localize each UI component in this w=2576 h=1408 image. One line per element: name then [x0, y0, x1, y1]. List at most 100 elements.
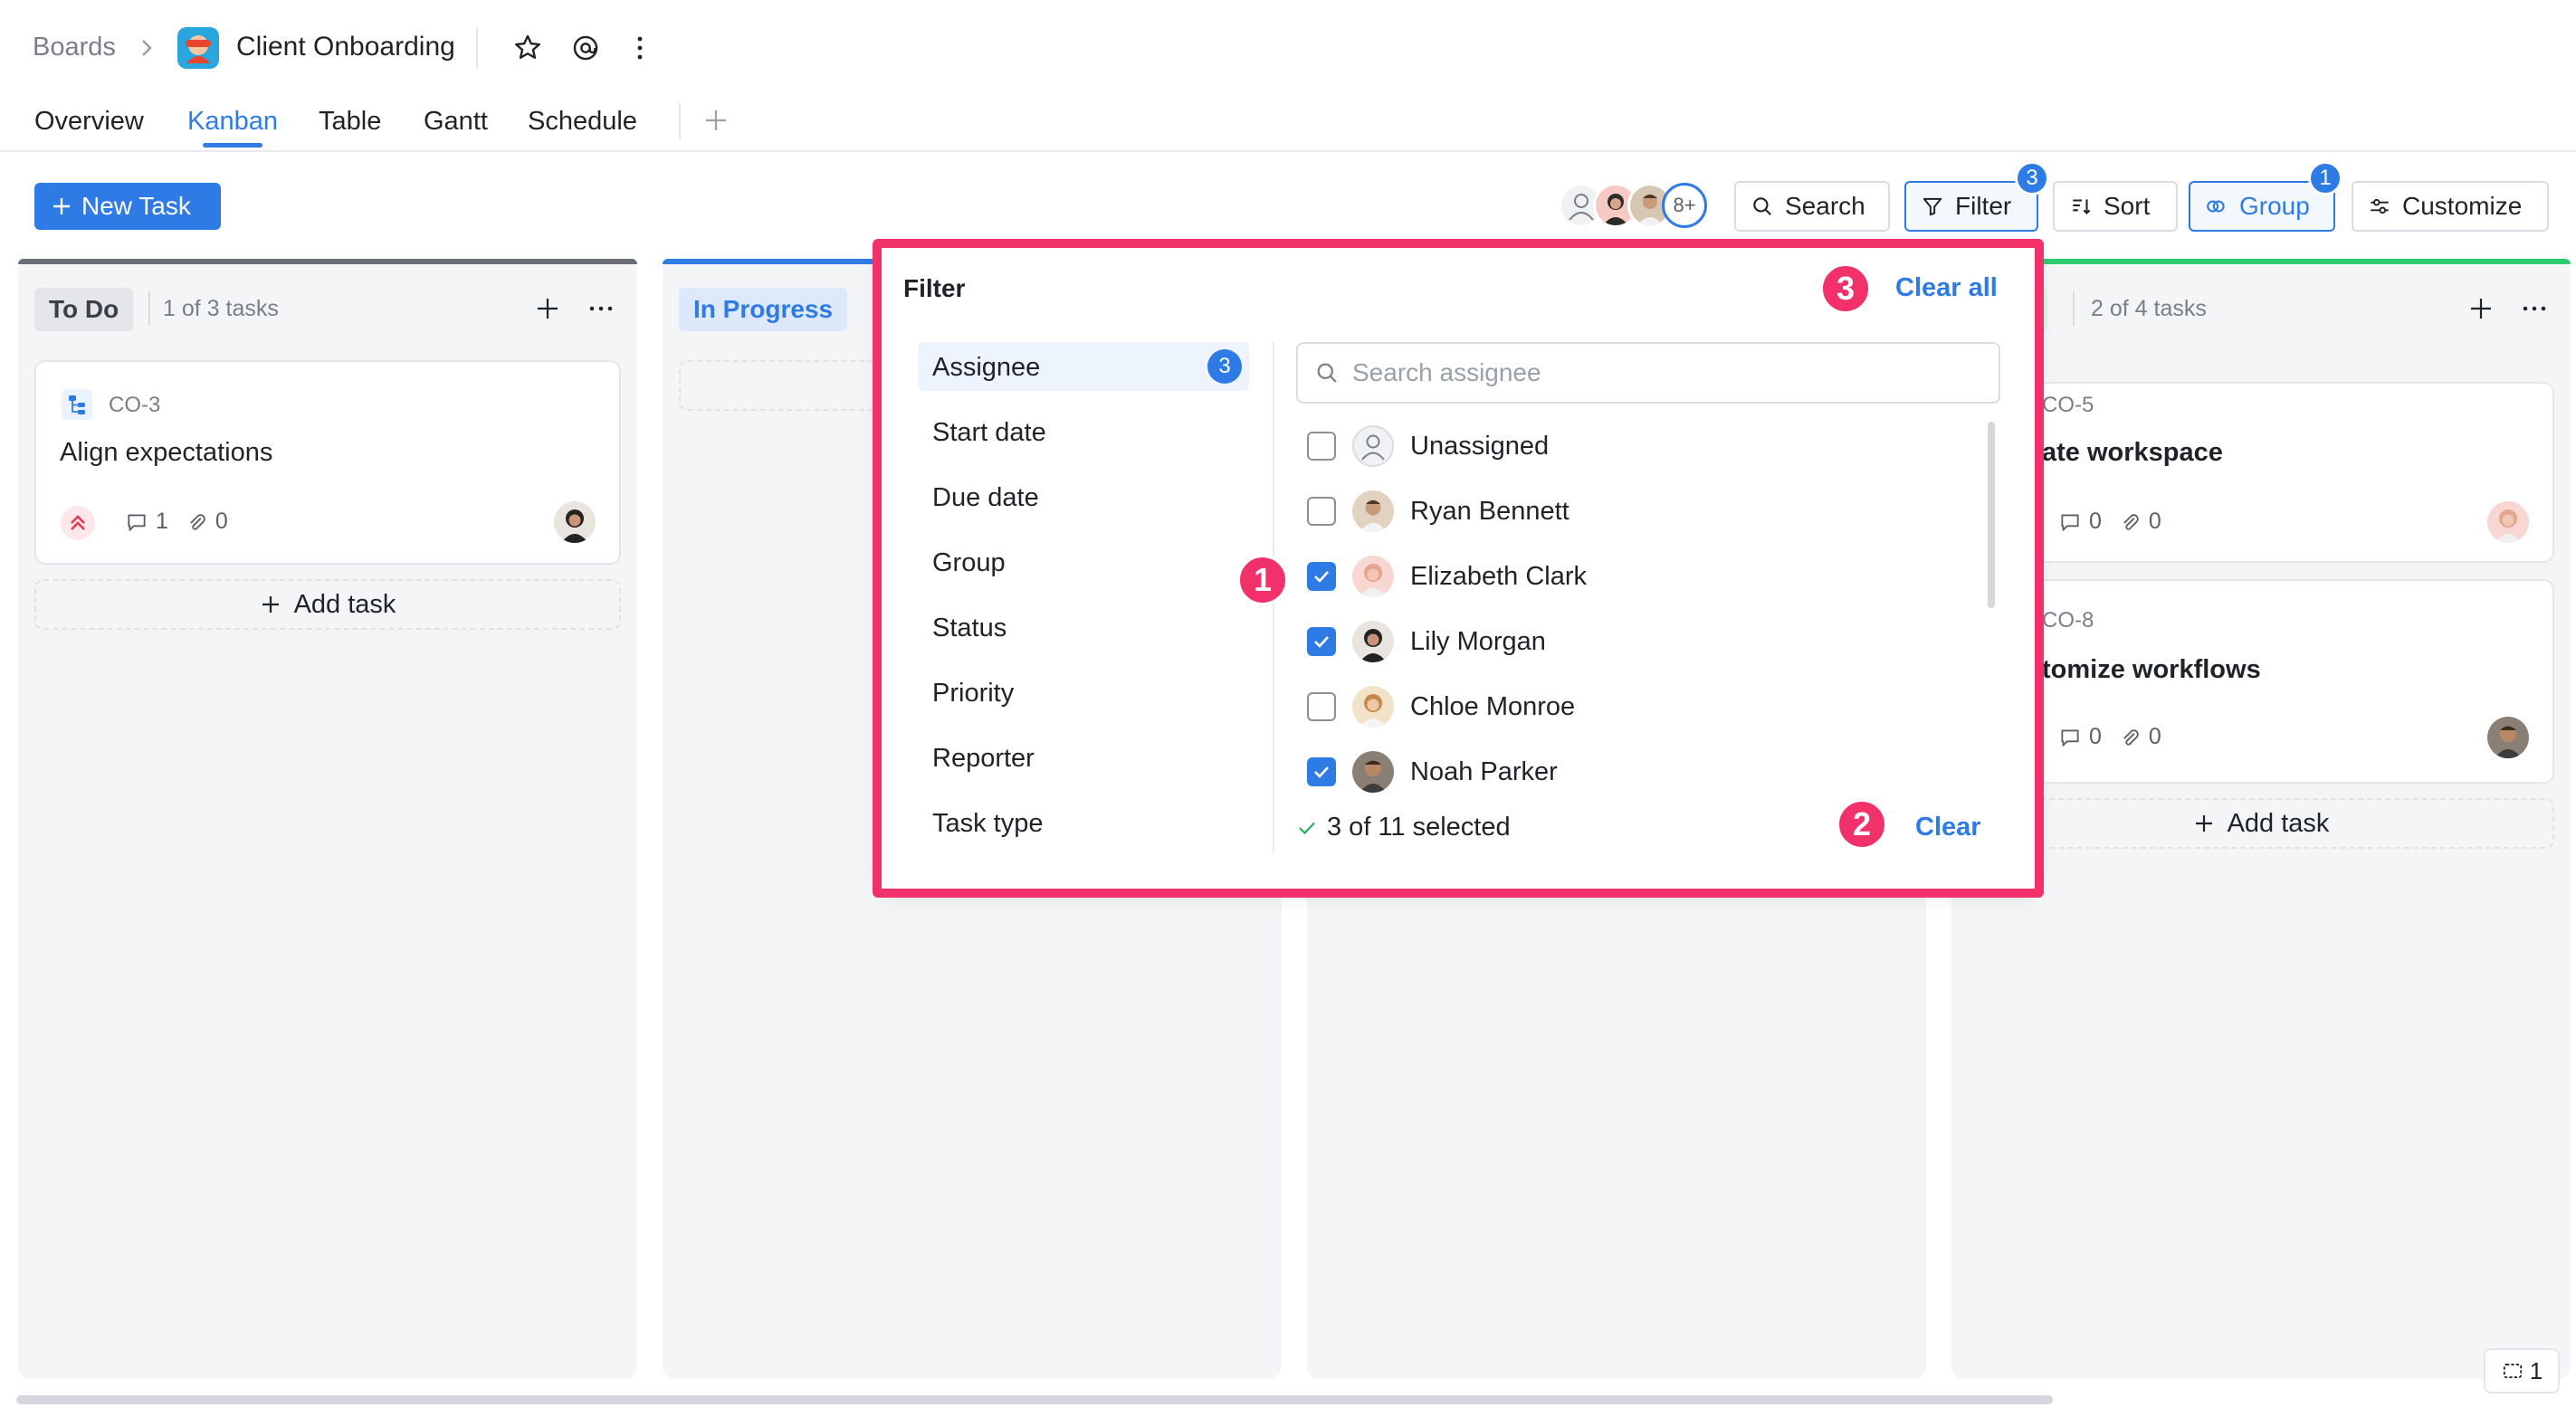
tab-overview[interactable]: Overview: [34, 107, 144, 137]
sort-icon: [2073, 199, 2091, 215]
search-button[interactable]: Search: [1734, 181, 1890, 232]
active-tab-indicator: [203, 143, 262, 147]
sort-button[interactable]: Sort: [2053, 181, 2178, 232]
star-icon[interactable]: [512, 33, 543, 63]
new-task-button[interactable]: New Task: [34, 183, 221, 230]
more-vertical-icon[interactable]: [634, 34, 646, 62]
comment-count: 1: [156, 509, 168, 534]
assignee-option[interactable]: Elizabeth Clark: [1307, 554, 1587, 599]
assignee-list-scrollbar[interactable]: [1988, 422, 1995, 608]
filter-category-start-date[interactable]: Start date: [932, 418, 1046, 448]
more-horizontal-icon[interactable]: [2522, 304, 2547, 313]
filter-category-task-type[interactable]: Task type: [932, 809, 1044, 839]
avatar: [1352, 621, 1394, 662]
column-header-divider: [2073, 291, 2075, 326]
filter-category-group[interactable]: Group: [932, 548, 1006, 578]
header-divider: [476, 27, 478, 69]
task-id: CO-8: [2042, 608, 2094, 633]
add-view-icon[interactable]: [702, 107, 730, 134]
breadcrumb-boards-link[interactable]: Boards: [33, 33, 116, 62]
assignee-avatar-stack[interactable]: 8+: [1559, 181, 1713, 230]
horizontal-scrollbar[interactable]: [16, 1395, 2053, 1404]
add-task-button[interactable]: Add task: [34, 579, 621, 630]
filter-category-assignee[interactable]: Assignee: [932, 353, 1040, 383]
board-title: Client Onboarding: [236, 32, 455, 62]
more-horizontal-icon[interactable]: [588, 304, 614, 313]
subtask-icon: [62, 389, 92, 420]
column-add-icon[interactable]: [2467, 295, 2495, 322]
task-meta: 0 0: [2058, 509, 2161, 535]
tab-table[interactable]: Table: [319, 107, 381, 137]
add-task-label: Add task: [2227, 808, 2330, 838]
callout-1: 1: [1236, 554, 1289, 606]
assignee-option[interactable]: Chloe Monroe: [1307, 684, 1575, 729]
filter-category-status[interactable]: Status: [932, 614, 1007, 643]
customize-button[interactable]: Customize: [2352, 181, 2549, 232]
checkbox[interactable]: [1307, 692, 1336, 721]
selected-summary: 3 of 11 selected: [1296, 813, 1511, 842]
board-logo-icon: [177, 27, 219, 69]
assignee-search-input[interactable]: [1352, 358, 1968, 387]
collapsed-count: 1: [2529, 1356, 2543, 1384]
assignee-option-label: Elizabeth Clark: [1410, 561, 1588, 591]
task-meta: 1 0: [125, 509, 228, 535]
assignee-option[interactable]: Lily Morgan: [1307, 619, 1546, 664]
checkbox-checked[interactable]: [1307, 627, 1336, 656]
attachment-icon: [2123, 513, 2139, 530]
task-id: CO-5: [2042, 393, 2094, 417]
avatar: [1352, 490, 1394, 532]
assignee-search[interactable]: [1296, 342, 2000, 404]
assignee-option[interactable]: Noah Parker: [1307, 749, 1558, 794]
clear-all-button[interactable]: Clear all: [1895, 273, 1998, 303]
clear-button[interactable]: Clear: [1915, 813, 1981, 842]
avatar: [2487, 717, 2529, 758]
attachment-icon: [190, 513, 205, 530]
attachment-icon: [2123, 728, 2139, 746]
filter-category-due-date[interactable]: Due date: [932, 483, 1039, 513]
add-task-button[interactable]: Add task: [1968, 798, 2554, 849]
group-icon: [2207, 200, 2225, 213]
assignee-option[interactable]: Unassigned: [1307, 423, 1549, 469]
watch-icon[interactable]: [570, 33, 601, 63]
checkbox[interactable]: [1307, 432, 1336, 461]
checkbox-checked[interactable]: [1307, 757, 1336, 786]
checkbox[interactable]: [1307, 497, 1336, 526]
assignee-option-label: Lily Morgan: [1410, 626, 1546, 656]
add-task-label: Add task: [293, 589, 396, 619]
task-card[interactable]: CO-5 ate workspace 0 0: [1968, 382, 2554, 563]
assignee-option[interactable]: Ryan Bennett: [1307, 489, 1569, 534]
checkbox-checked[interactable]: [1307, 562, 1336, 591]
tab-gantt[interactable]: Gantt: [424, 107, 488, 137]
column-add-icon[interactable]: [534, 295, 561, 322]
assignee-count-badge: 3: [1207, 349, 1242, 384]
collapse-icon: [2503, 1364, 2522, 1378]
collapsed-columns-chip[interactable]: 1: [2484, 1348, 2560, 1394]
search-label: Search: [1785, 192, 1865, 220]
task-card[interactable]: CO-8 tomize workflows 0 0: [1968, 579, 2554, 784]
comment-icon: [128, 513, 146, 531]
task-title: tomize workflows: [2042, 655, 2261, 684]
avatar: [1352, 686, 1394, 728]
attachment-count: 0: [2148, 724, 2161, 749]
tab-schedule[interactable]: Schedule: [528, 107, 637, 137]
header-separator: [0, 150, 2576, 152]
assignee-option-label: Noah Parker: [1410, 756, 1558, 786]
plus-icon: [2195, 815, 2212, 832]
filter-label: Filter: [1955, 192, 2012, 220]
column-todo-count: 1 of 3 tasks: [163, 296, 279, 321]
check-icon: [1299, 822, 1315, 834]
assignee-option-label: Ryan Bennett: [1410, 496, 1569, 526]
group-count-badge: 1: [2308, 161, 2342, 195]
chevron-right-icon: [138, 38, 156, 58]
search-icon: [1753, 197, 1771, 215]
comment-count: 0: [2089, 509, 2102, 534]
avatar-overflow: 8+: [1662, 183, 1707, 228]
tab-divider: [679, 103, 681, 139]
task-title: Align expectations: [60, 438, 273, 467]
tab-kanban[interactable]: Kanban: [187, 107, 278, 137]
add-task-placeholder[interactable]: [679, 360, 878, 411]
task-card[interactable]: CO-3 Align expectations 1 0: [34, 360, 621, 565]
filter-category-reporter[interactable]: Reporter: [932, 744, 1035, 774]
filter-category-priority[interactable]: Priority: [932, 679, 1014, 709]
plus-icon: [53, 198, 70, 214]
